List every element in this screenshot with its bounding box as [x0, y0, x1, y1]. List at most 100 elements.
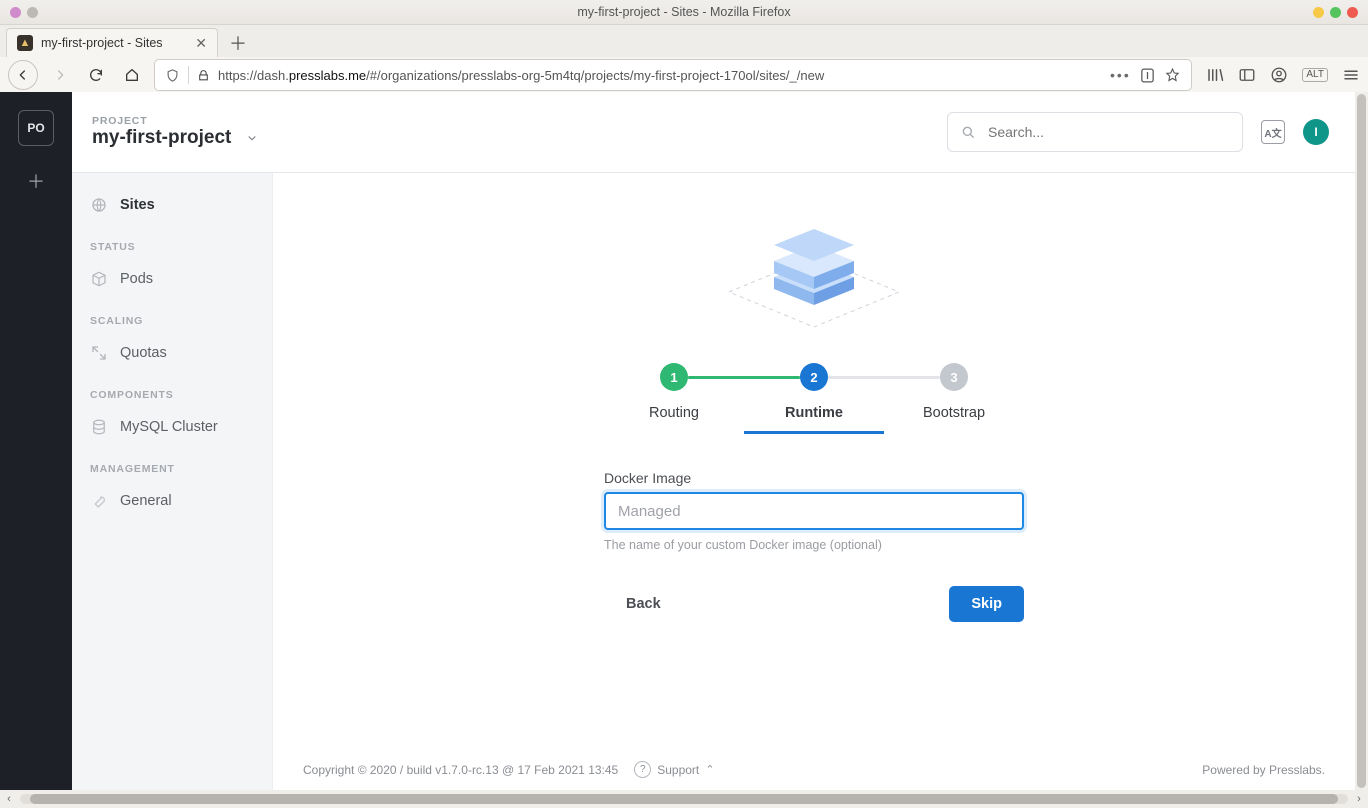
nav-item-sites[interactable]: Sites	[72, 187, 272, 223]
footer-copyright: Copyright © 2020 / build v1.7.0-rc.13 @ …	[303, 763, 618, 777]
project-name: my-first-project	[92, 127, 231, 149]
bookmark-star-icon[interactable]	[1164, 67, 1181, 84]
nav-item-mysql[interactable]: MySQL Cluster	[72, 409, 272, 445]
support-label: Support	[657, 763, 699, 777]
app-viewport: PO ＋ PROJECT my-first-project A文	[0, 92, 1355, 790]
vertical-scrollbar[interactable]	[1355, 92, 1368, 790]
language-button[interactable]: A文	[1261, 120, 1285, 144]
step-label: Routing	[649, 405, 699, 431]
back-button[interactable]: Back	[604, 586, 683, 622]
footer-powered: Powered by Presslabs.	[1202, 763, 1325, 777]
nav-item-pods[interactable]: Pods	[72, 261, 272, 297]
nav-label: MySQL Cluster	[120, 419, 218, 435]
nav-group-management: MANAGEMENT	[72, 445, 272, 483]
nav-group-status: STATUS	[72, 223, 272, 261]
window-minimize-icon[interactable]	[1313, 7, 1324, 18]
hamburger-menu-icon[interactable]	[1342, 66, 1360, 84]
chevron-down-icon	[245, 131, 259, 145]
nav-label: Sites	[120, 197, 155, 213]
window-maximize-icon[interactable]	[1330, 7, 1341, 18]
nav-item-quotas[interactable]: Quotas	[72, 335, 272, 371]
skip-button[interactable]: Skip	[949, 586, 1024, 622]
nav-group-scaling: SCALING	[72, 297, 272, 335]
lock-icon	[197, 69, 210, 82]
globe-icon	[90, 196, 108, 214]
help-icon: ?	[634, 761, 651, 778]
nav-label: Quotas	[120, 345, 167, 361]
step-number: 1	[660, 363, 688, 391]
avatar-initial: I	[1314, 125, 1317, 139]
global-search[interactable]	[947, 112, 1243, 152]
tab-close-icon[interactable]: ✕	[195, 35, 207, 52]
project-label: PROJECT	[92, 115, 259, 127]
nav-label: Pods	[120, 271, 153, 287]
scrollbar-thumb[interactable]	[30, 794, 1338, 804]
step-connector	[828, 376, 940, 379]
search-input[interactable]	[986, 123, 1230, 141]
step-bootstrap[interactable]: 3 Bootstrap	[884, 363, 1024, 434]
account-icon[interactable]	[1270, 66, 1288, 84]
wrench-icon	[90, 492, 108, 510]
nav-forward-button	[46, 61, 74, 89]
nav-home-button[interactable]	[118, 61, 146, 89]
step-label: Runtime	[785, 405, 843, 431]
scroll-left-icon[interactable]: ‹	[0, 793, 18, 805]
nav-group-components: COMPONENTS	[72, 371, 272, 409]
arrow-right-icon	[52, 67, 68, 83]
window-title: my-first-project - Sites - Mozilla Firef…	[0, 5, 1368, 19]
support-link[interactable]: ? Support ⌃	[634, 761, 714, 778]
window-close-icon[interactable]	[1347, 7, 1358, 18]
org-badge[interactable]: PO	[18, 110, 54, 146]
scrollbar-thumb[interactable]	[1357, 94, 1366, 788]
home-icon	[124, 67, 140, 83]
tab-favicon-icon: ▲	[17, 35, 33, 51]
horizontal-scrollbar[interactable]: ‹ ›	[0, 790, 1368, 808]
main-content: 1 Routing 2 Runtime	[273, 173, 1355, 790]
cube-icon	[90, 270, 108, 288]
nav-back-button[interactable]	[8, 60, 38, 90]
window-dot	[10, 7, 21, 18]
scroll-right-icon[interactable]: ›	[1350, 793, 1368, 805]
step-number: 2	[800, 363, 828, 391]
side-nav: Sites STATUS Pods SCALING Quotas COMPONE…	[72, 173, 273, 790]
sidebar-icon[interactable]	[1238, 66, 1256, 84]
scrollbar-track[interactable]	[20, 794, 1348, 804]
url-divider	[188, 66, 189, 84]
expand-icon	[90, 344, 108, 362]
step-connector	[688, 376, 800, 379]
page-actions-icon[interactable]: •••	[1109, 67, 1131, 83]
wizard-stepper: 1 Routing 2 Runtime	[303, 363, 1325, 434]
database-icon	[90, 418, 108, 436]
nav-label: General	[120, 493, 172, 509]
add-org-button[interactable]: ＋	[27, 168, 45, 194]
url-text: https://dash.presslabs.me/#/organization…	[218, 68, 1101, 83]
shield-icon	[165, 68, 180, 83]
alt-badge-icon[interactable]: ALT	[1302, 68, 1328, 82]
browser-toolbar: https://dash.presslabs.me/#/organization…	[0, 57, 1368, 94]
nav-reload-button[interactable]	[82, 61, 110, 89]
user-avatar[interactable]: I	[1303, 119, 1329, 145]
stack-icon	[709, 207, 919, 337]
step-runtime[interactable]: 2 Runtime	[744, 363, 884, 434]
new-tab-button[interactable]: ＋	[224, 29, 252, 57]
reload-icon	[88, 67, 104, 83]
url-bar[interactable]: https://dash.presslabs.me/#/organization…	[154, 59, 1192, 91]
arrow-left-icon	[15, 67, 31, 83]
app-footer: Copyright © 2020 / build v1.7.0-rc.13 @ …	[303, 761, 1325, 778]
tab-title: my-first-project - Sites	[41, 36, 163, 50]
browser-tab[interactable]: ▲ my-first-project - Sites ✕	[6, 28, 218, 57]
library-icon[interactable]	[1206, 66, 1224, 84]
nav-item-general[interactable]: General	[72, 483, 272, 519]
reader-icon[interactable]	[1139, 67, 1156, 84]
step-number: 3	[940, 363, 968, 391]
chevron-up-icon: ⌃	[705, 763, 714, 776]
docker-image-label: Docker Image	[604, 470, 1024, 486]
step-label: Bootstrap	[923, 405, 985, 431]
window-dot	[27, 7, 38, 18]
search-icon	[960, 124, 976, 140]
docker-image-help: The name of your custom Docker image (op…	[604, 538, 1024, 552]
org-rail: PO ＋	[0, 92, 72, 790]
step-routing[interactable]: 1 Routing	[604, 363, 744, 434]
project-switcher-button[interactable]	[245, 131, 259, 145]
docker-image-input[interactable]	[604, 492, 1024, 530]
